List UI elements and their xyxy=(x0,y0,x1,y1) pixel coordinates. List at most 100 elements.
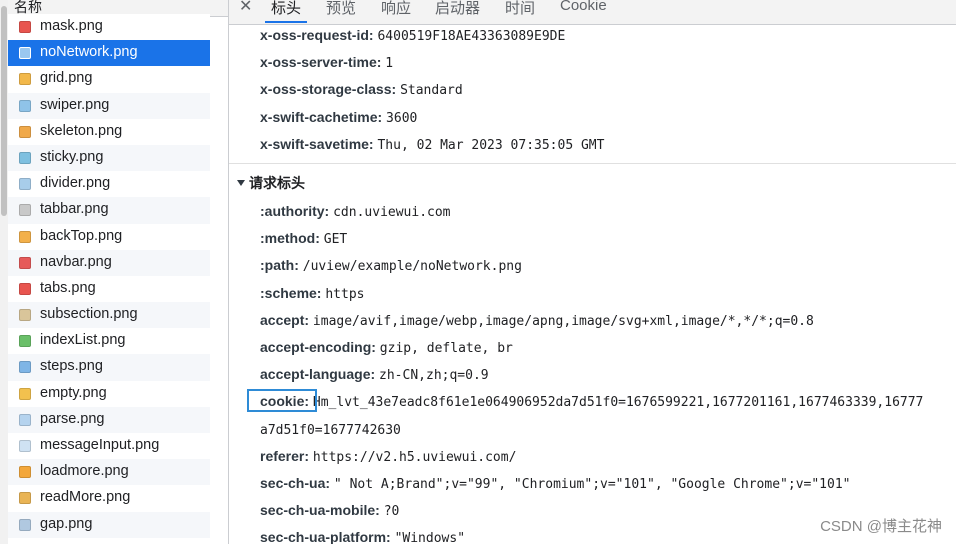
file-list-item[interactable]: loadmore.png xyxy=(8,459,210,486)
tab-cookie[interactable]: Cookie xyxy=(560,0,607,14)
file-list-item[interactable]: noNetwork.png xyxy=(8,40,210,67)
header-row[interactable]: accept: image/avif,image/webp,image/apng… xyxy=(260,312,814,329)
header-value: zh-CN,zh;q=0.9 xyxy=(379,368,489,384)
tab-headers[interactable]: 标头 xyxy=(271,0,301,18)
file-list-item[interactable]: navbar.png xyxy=(8,249,210,276)
image-file-icon xyxy=(19,518,31,531)
file-name: messageInput.png xyxy=(40,437,160,453)
header-row[interactable]: x-oss-request-id: 6400519F18AE43363089E9… xyxy=(260,27,565,44)
image-file-icon xyxy=(19,47,31,60)
file-list-item[interactable]: indexList.png xyxy=(8,328,210,355)
header-row[interactable]: a7d51f0=1677742630 xyxy=(260,421,401,438)
watermark: CSDN @博主花神 xyxy=(820,518,942,535)
file-list-item[interactable]: steps.png xyxy=(8,354,210,381)
header-row[interactable]: :path: /uview/example/noNetwork.png xyxy=(260,257,522,274)
header-row[interactable]: referer: https://v2.h5.uviewui.com/ xyxy=(260,448,516,465)
file-list-item[interactable]: tabs.png xyxy=(8,275,210,303)
header-row[interactable]: cookie: Hm_lvt_43e7eadc8f61e1e064906952d… xyxy=(260,393,923,410)
image-file-icon xyxy=(19,178,31,191)
tab-initiator[interactable]: 启动器 xyxy=(435,0,480,18)
file-name: grid.png xyxy=(40,70,93,87)
scrollbar-thumb[interactable] xyxy=(1,6,7,216)
file-list-item[interactable]: empty.png xyxy=(8,380,210,407)
file-list-item[interactable]: grid.png xyxy=(8,66,210,93)
file-list-item[interactable]: subsection.png xyxy=(8,302,210,329)
header-key: :method: xyxy=(260,230,320,247)
file-list-item[interactable]: skeleton.png xyxy=(8,118,210,145)
image-file-icon xyxy=(19,361,31,374)
image-file-icon xyxy=(19,99,31,112)
file-name: indexList.png xyxy=(40,332,126,349)
header-value: https://v2.h5.uviewui.com/ xyxy=(312,449,517,465)
file-name: sticky.png xyxy=(40,148,104,165)
file-name: subsection.png xyxy=(40,306,138,323)
file-name: steps.png xyxy=(40,358,103,375)
image-file-icon xyxy=(19,21,31,33)
file-name: tabbar.png xyxy=(40,201,109,218)
header-value: /uview/example/noNetwork.png xyxy=(302,259,522,275)
header-value: https xyxy=(325,286,365,302)
header-value: a7d51f0=1677742630 xyxy=(260,422,401,438)
file-name: navbar.png xyxy=(40,253,112,270)
header-value: Standard xyxy=(400,83,463,99)
header-row[interactable]: :method: GET xyxy=(260,230,347,247)
image-file-icon xyxy=(19,256,31,269)
tab-response[interactable]: 响应 xyxy=(381,0,411,18)
file-list-item[interactable]: gap.png xyxy=(8,511,210,538)
header-value: "Windows" xyxy=(394,531,466,544)
file-list: mask.png noNetwork.png grid.png swiper.png s… xyxy=(8,14,210,538)
header-key: :scheme: xyxy=(260,284,322,301)
file-list-item[interactable]: swiper.png xyxy=(8,92,210,119)
file-list-item[interactable]: parse.png xyxy=(8,406,210,433)
image-file-icon xyxy=(19,125,31,138)
header-row[interactable]: x-swift-cachetime: 3600 xyxy=(260,109,417,126)
tab-preview[interactable]: 预览 xyxy=(326,0,356,18)
image-file-icon xyxy=(19,413,31,426)
file-list-item[interactable]: messageInput.png xyxy=(8,433,210,460)
close-icon[interactable]: ✕ xyxy=(239,0,252,16)
file-name: tabs.png xyxy=(40,279,96,296)
header-row[interactable]: :authority: cdn.uviewui.com xyxy=(260,203,451,220)
file-name: noNetwork.png xyxy=(40,44,138,61)
file-list-item[interactable]: backTop.png xyxy=(8,223,210,250)
file-name: backTop.png xyxy=(40,227,123,244)
file-list-item[interactable]: mask.png xyxy=(8,14,210,41)
image-file-icon xyxy=(19,282,31,295)
header-key: x-swift-savetime: xyxy=(260,135,374,152)
header-key: referer: xyxy=(260,447,310,464)
header-row[interactable]: x-swift-savetime: Thu, 02 Mar 2023 07:35… xyxy=(260,136,604,153)
header-row[interactable]: sec-ch-ua: " Not A;Brand";v="99", "Chrom… xyxy=(260,475,850,492)
header-value: 6400519F18AE43363089E9DE xyxy=(377,29,566,44)
header-row[interactable]: x-oss-server-time: 1 xyxy=(260,54,393,71)
file-list-scrollbar[interactable] xyxy=(0,0,8,544)
section-divider xyxy=(229,163,956,164)
file-list-item[interactable]: sticky.png xyxy=(8,144,210,172)
file-list-item[interactable]: tabbar.png xyxy=(8,197,210,224)
tab-timing[interactable]: 时间 xyxy=(505,0,535,18)
details-tabbar: ✕ 标头 预览 响应 启动器 时间 Cookie xyxy=(229,0,956,25)
image-file-icon xyxy=(19,309,31,322)
header-key: accept-language: xyxy=(260,366,376,383)
header-key: x-oss-server-time: xyxy=(260,54,382,71)
file-list-item[interactable]: divider.png xyxy=(8,171,210,198)
image-file-icon xyxy=(19,73,31,86)
file-name: swiper.png xyxy=(40,96,110,113)
header-row[interactable]: x-oss-storage-class: Standard xyxy=(260,81,463,98)
request-headers-section-title[interactable]: 请求标头 xyxy=(237,173,305,193)
image-file-icon xyxy=(19,151,31,164)
header-row[interactable]: :scheme: https xyxy=(260,285,365,302)
header-key: accept: xyxy=(260,311,310,328)
header-row[interactable]: accept-language: zh-CN,zh;q=0.9 xyxy=(260,366,489,383)
image-file-icon xyxy=(19,335,31,348)
header-value: ?0 xyxy=(383,504,400,520)
file-name: loadmore.png xyxy=(40,463,129,480)
header-row[interactable]: sec-ch-ua-mobile: ?0 xyxy=(260,502,399,519)
triangle-down-icon xyxy=(237,180,245,186)
file-list-item[interactable]: readMore.png xyxy=(8,485,210,512)
header-value: GET xyxy=(323,232,348,248)
headers-panel: ✕ 标头 预览 响应 启动器 时间 Cookie x-oss-request-i… xyxy=(229,0,956,544)
header-row[interactable]: accept-encoding: gzip, deflate, br xyxy=(260,339,513,356)
header-row[interactable]: sec-ch-ua-platform: "Windows" xyxy=(260,529,465,544)
header-value: 3600 xyxy=(386,110,418,126)
image-file-icon xyxy=(19,204,31,217)
